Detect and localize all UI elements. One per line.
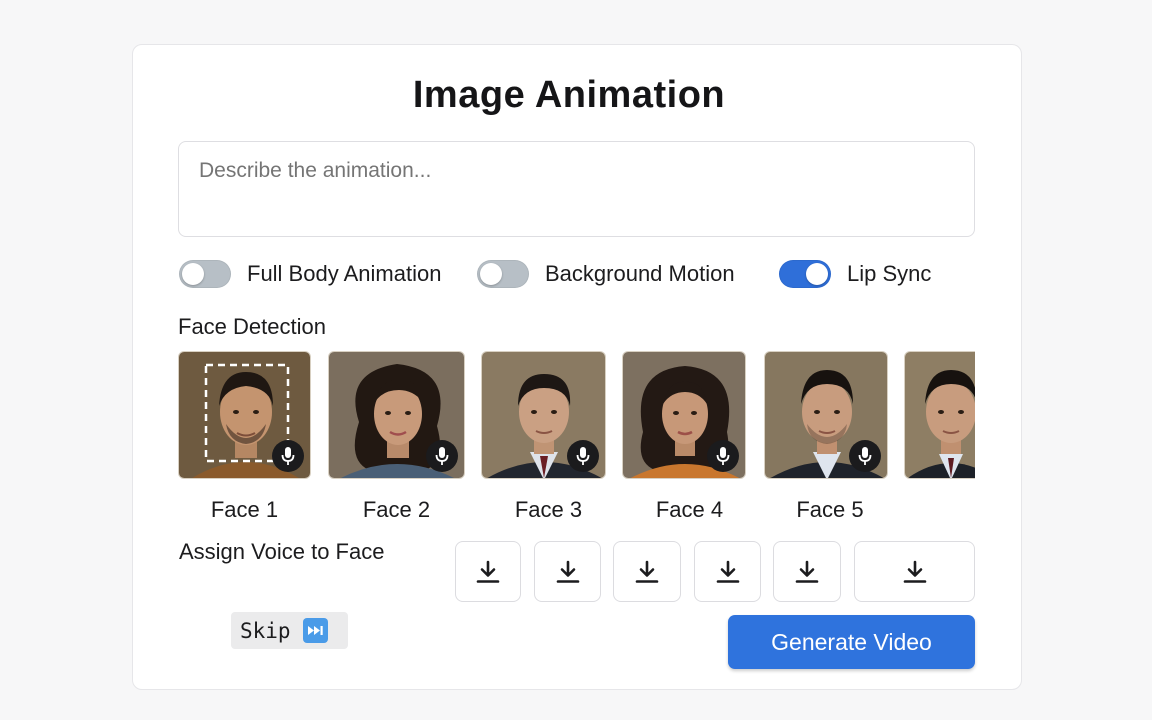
voice-download-button-2[interactable] [534, 541, 601, 602]
microphone-icon [435, 447, 449, 465]
voice-download-button-1[interactable] [455, 541, 521, 602]
generate-video-button[interactable]: Generate Video [728, 615, 975, 669]
switch-knob [480, 263, 502, 285]
toggle-label: Lip Sync [847, 261, 932, 286]
face-thumbnail-1[interactable] [178, 351, 311, 479]
background-motion-switch[interactable] [477, 260, 529, 288]
voice-download-button-3[interactable] [613, 541, 681, 602]
microphone-icon [716, 447, 730, 465]
page-title: Image Animation [412, 74, 726, 116]
download-icon [795, 560, 819, 583]
animation-description-input[interactable] [178, 141, 975, 237]
download-icon [716, 560, 739, 583]
mic-button-face-1[interactable] [272, 440, 304, 472]
face-label-4: Face 4 [655, 497, 724, 522]
voice-download-button-4[interactable] [694, 541, 761, 602]
switch-knob [182, 263, 204, 285]
face-thumbnail-3[interactable] [481, 351, 606, 479]
lip-sync-switch[interactable] [779, 260, 831, 288]
voice-download-button-5[interactable] [773, 541, 841, 602]
microphone-icon [858, 447, 872, 465]
face-label-3: Face 3 [514, 497, 583, 522]
download-icon [476, 560, 500, 583]
toggle-label: Background Motion [545, 261, 735, 286]
assign-voice-label: Assign Voice to Face [179, 539, 385, 564]
face-thumbnail-5[interactable] [764, 351, 888, 479]
toggle-full-body-animation[interactable]: Full Body Animation [179, 259, 441, 289]
microphone-icon [576, 447, 590, 465]
mic-button-face-4[interactable] [707, 440, 739, 472]
face-thumbnail-6[interactable] [904, 351, 975, 479]
fast-forward-icon [302, 618, 328, 643]
face-label-5: Face 5 [796, 497, 864, 522]
skip-button[interactable]: Skip [231, 612, 348, 649]
download-icon [903, 560, 926, 583]
microphone-icon [281, 447, 295, 465]
toggle-label: Full Body Animation [247, 261, 442, 286]
toggle-lip-sync[interactable]: Lip Sync [779, 259, 931, 289]
download-icon [556, 560, 579, 583]
voice-download-button-6[interactable] [854, 541, 975, 602]
download-icon [635, 560, 659, 583]
face-thumbnail-2[interactable] [328, 351, 465, 479]
faces-strip[interactable] [178, 351, 975, 479]
face-label-2: Face 2 [362, 497, 431, 522]
mic-button-face-3[interactable] [567, 440, 599, 472]
skip-label: Skip [240, 618, 291, 643]
switch-knob [806, 263, 828, 285]
face-label-1: Face 1 [210, 497, 279, 522]
face-thumbnail-4[interactable] [622, 351, 746, 479]
mic-button-face-2[interactable] [426, 440, 458, 472]
face-detection-label: Face Detection [178, 314, 326, 339]
full-body-animation-switch[interactable] [179, 260, 231, 288]
mic-button-face-5[interactable] [849, 440, 881, 472]
face-portrait-6 [905, 352, 975, 478]
toggle-background-motion[interactable]: Background Motion [477, 259, 735, 289]
